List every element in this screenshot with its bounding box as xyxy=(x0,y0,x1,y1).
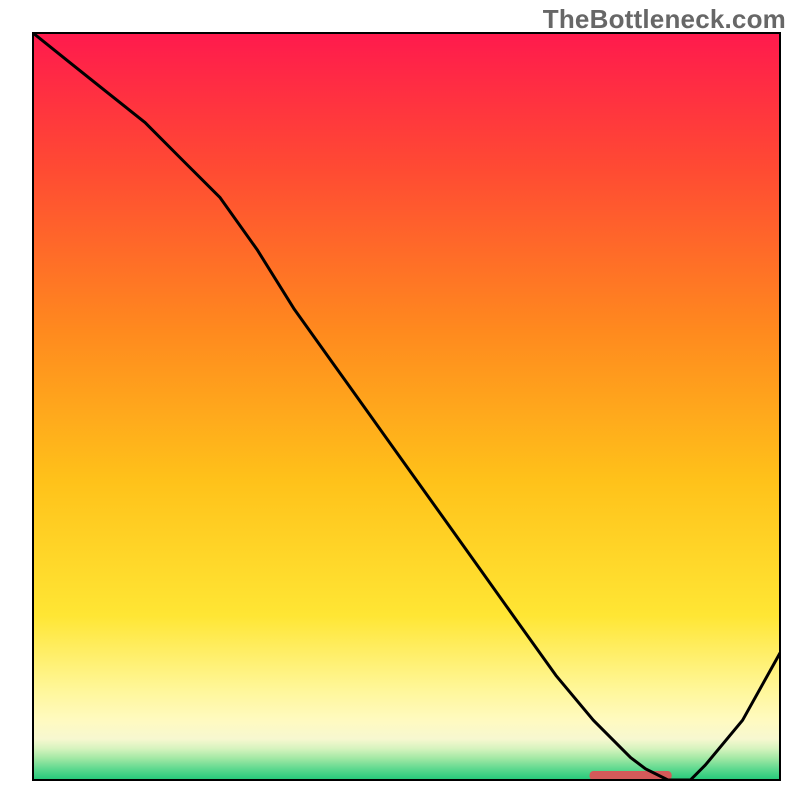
chart-frame: TheBottleneck.com xyxy=(0,0,800,800)
bottleneck-chart xyxy=(0,0,800,800)
gradient-background xyxy=(33,33,780,780)
watermark-text: TheBottleneck.com xyxy=(543,4,786,35)
